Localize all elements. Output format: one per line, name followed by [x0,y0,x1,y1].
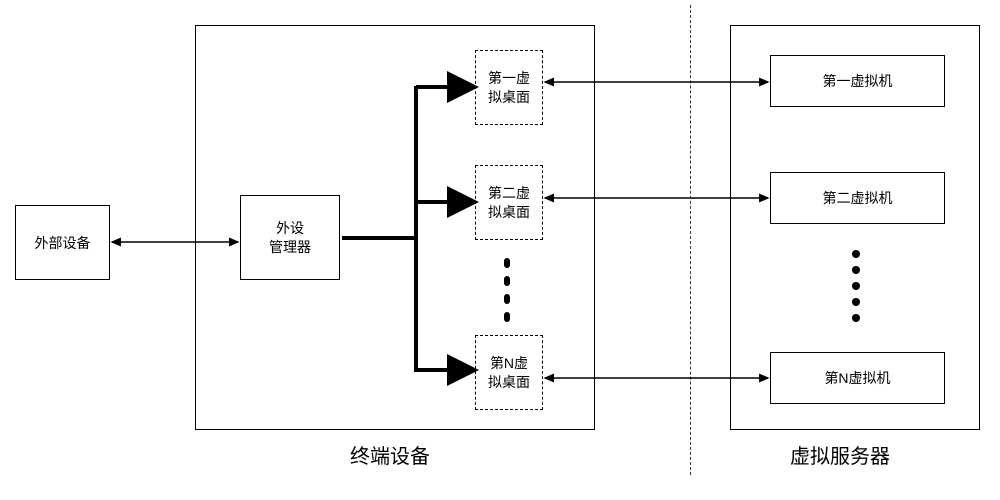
connectors [0,0,1000,500]
